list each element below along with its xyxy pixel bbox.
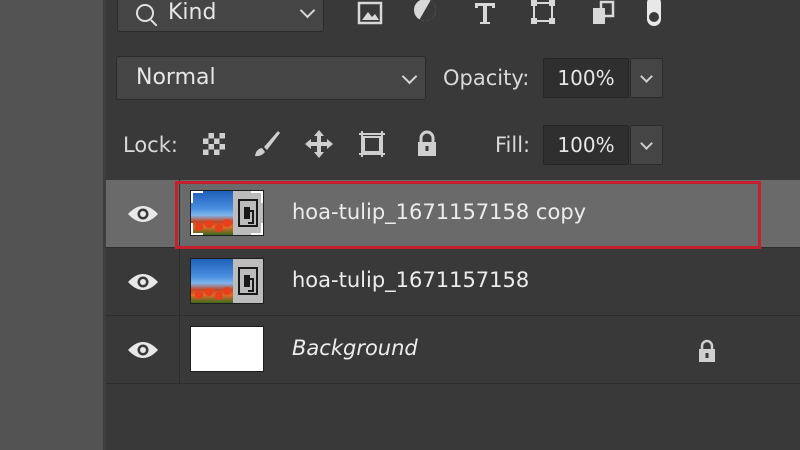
background-thumbnail [190,326,264,372]
layer-thumbnail [190,190,264,236]
smart-object-icon [238,267,258,295]
layer-name: hoa-tulip_1671157158 copy [292,200,587,224]
chevron-down-icon [639,137,653,150]
lock-label: Lock: [123,133,178,157]
visibility-toggle[interactable] [106,248,180,315]
opacity-dropdown-button[interactable] [630,58,663,98]
tulip-photo-thumbnail [191,259,233,303]
smart-object-filter-icon[interactable] [589,0,617,26]
layers-list: hoa-tulip_1671157158 copy hoa-tulip_1671… [106,180,800,384]
opacity-input[interactable]: 100% [543,58,629,98]
filter-toggle-icon[interactable] [644,0,664,26]
left-dock-strip [0,0,103,450]
chevron-down-icon [401,68,418,85]
shape-filter-icon[interactable] [529,0,557,26]
blend-mode-dropdown[interactable]: Normal [116,56,426,100]
layer-name: Background [292,336,418,360]
blend-mode-value: Normal [136,65,216,90]
lock-icon[interactable] [696,338,718,364]
layer-row[interactable]: hoa-tulip_1671157158 [106,248,800,316]
lock-image-pixels-icon[interactable] [250,128,282,160]
layer-thumbnail [190,258,264,304]
search-icon [136,4,154,22]
filter-kind-label: Kind [168,0,217,25]
fill-dropdown-button[interactable] [630,125,663,165]
chevron-down-icon [299,2,316,19]
layer-row[interactable]: Background [106,316,800,384]
opacity-label: Opacity: [443,66,530,90]
eye-icon [128,274,158,290]
visibility-toggle[interactable] [106,180,180,247]
smart-object-badge [233,259,263,303]
layer-row[interactable]: hoa-tulip_1671157158 copy [106,180,800,248]
image-filter-icon[interactable] [356,0,384,26]
fill-label: Fill: [495,133,531,157]
filter-kind-dropdown[interactable]: Kind [117,0,324,32]
lock-transparent-pixels-icon[interactable] [198,128,230,160]
lock-artboard-icon[interactable] [356,128,388,160]
type-filter-icon[interactable] [471,0,499,26]
adjustment-filter-icon[interactable] [411,0,439,26]
eye-icon [128,342,158,358]
fill-input[interactable]: 100% [543,125,629,165]
layer-name: hoa-tulip_1671157158 [292,268,530,292]
visibility-toggle[interactable] [106,316,180,383]
eye-icon [128,206,158,222]
lock-position-icon[interactable] [303,128,335,160]
lock-all-icon[interactable] [411,128,443,160]
chevron-down-icon [639,70,653,83]
